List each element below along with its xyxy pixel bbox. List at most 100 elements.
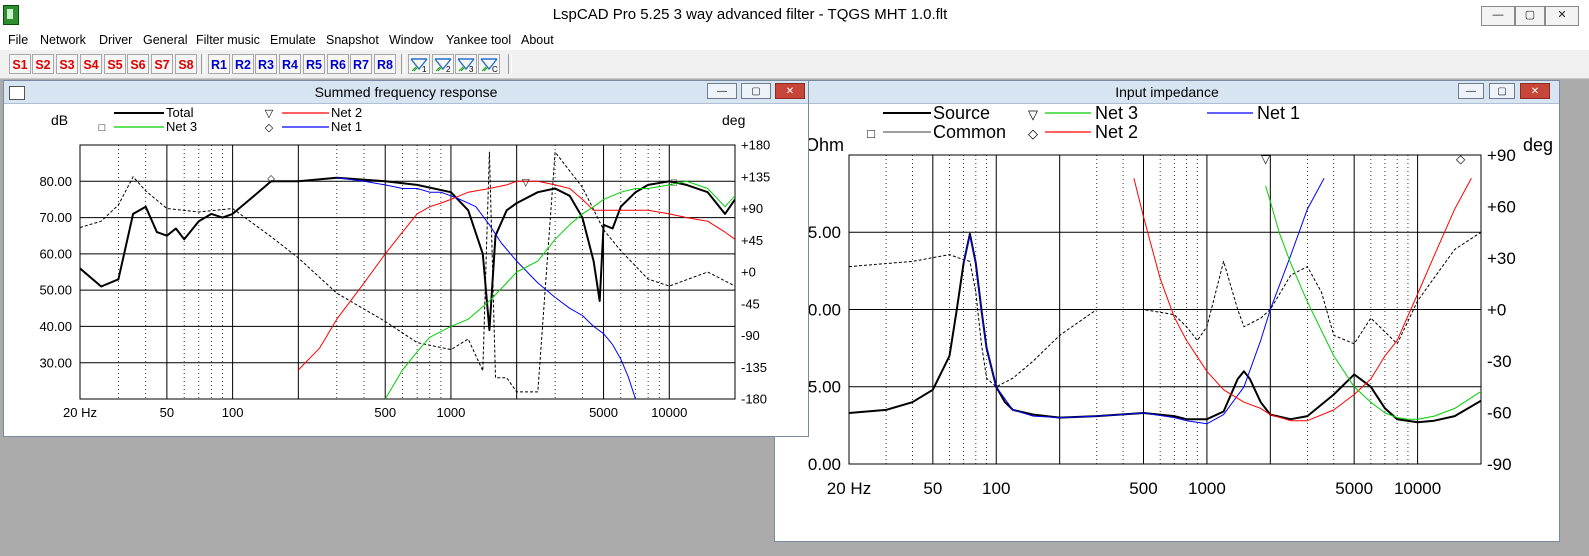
y-tick-label: 50.00 <box>39 283 72 298</box>
frequency-response-title-bar[interactable]: Summed frequency response — ▢ ✕ <box>4 81 808 104</box>
curve-marker-net-2: ◇ <box>1456 152 1466 166</box>
x-tick-label: 10000 <box>651 405 687 420</box>
legend-marker: ▽ <box>1028 107 1038 122</box>
maximize-button[interactable]: ▢ <box>1515 6 1545 26</box>
legend-label-total: Total <box>166 105 194 120</box>
y-tick-label: 60.00 <box>39 246 72 261</box>
legend-label-net-2: Net 2 <box>331 105 362 120</box>
toolbar: S1 S2 S3 S4 S5 S6 S7 S8 R1 R2 R3 R4 R5 R… <box>0 50 1589 79</box>
recall-r8-button[interactable]: R8 <box>374 54 396 74</box>
menu-filter-music[interactable]: Filter music <box>196 30 260 50</box>
recall-r5-button[interactable]: R5 <box>303 54 325 74</box>
recall-r7-button[interactable]: R7 <box>350 54 372 74</box>
filter-3-label: 3 <box>469 65 474 73</box>
filter-1-icon[interactable]: 1 <box>408 54 430 74</box>
filter-2-icon[interactable]: 2 <box>432 54 454 74</box>
close-button[interactable]: ✕ <box>1545 6 1579 26</box>
menu-emulate[interactable]: Emulate <box>270 30 316 50</box>
input-impedance-title-bar[interactable]: Input impedance — ▢ ✕ <box>775 81 1559 104</box>
menu-network[interactable]: Network <box>40 30 86 50</box>
imp-minimize-button[interactable]: — <box>1458 83 1484 99</box>
y-axis-label: Ohm <box>805 135 844 155</box>
y2-tick-label: -90 <box>741 328 760 343</box>
legend-label-source: Source <box>933 103 990 123</box>
x-tick-label: 5000 <box>1335 479 1373 498</box>
y2-tick-label: +60 <box>1487 197 1516 216</box>
curve-marker-net-3: ▽ <box>1261 152 1271 166</box>
x-tick-label: 500 <box>374 405 396 420</box>
x-tick-label: 50 <box>923 479 942 498</box>
legend-marker: ▽ <box>265 108 274 120</box>
freq-close-button[interactable]: ✕ <box>775 83 805 99</box>
snapshot-s3-button[interactable]: S3 <box>56 54 78 74</box>
menu-yankee-tool[interactable]: Yankee tool <box>446 30 511 50</box>
toolbar-separator <box>508 54 512 74</box>
y2-tick-label: +135 <box>741 169 770 184</box>
y-tick-label: 80.00 <box>39 174 72 189</box>
snapshot-s5-button[interactable]: S5 <box>104 54 126 74</box>
legend-label-net-1: Net 1 <box>1257 103 1300 123</box>
toolbar-separator <box>201 54 205 74</box>
recall-r4-button[interactable]: R4 <box>279 54 301 74</box>
x-tick-label: 100 <box>982 479 1010 498</box>
legend-label-net-2: Net 2 <box>1095 122 1138 142</box>
y-tick-label: 70.00 <box>39 210 72 225</box>
net2-marker: ▽ <box>522 177 530 188</box>
y-tick-label: 30.00 <box>39 355 72 370</box>
menu-window[interactable]: Window <box>389 30 433 50</box>
snapshot-s7-button[interactable]: S7 <box>151 54 173 74</box>
x-tick-label: 5000 <box>589 405 618 420</box>
y2-tick-label: -135 <box>741 360 767 375</box>
snapshot-s8-button[interactable]: S8 <box>175 54 197 74</box>
menu-driver[interactable]: Driver <box>99 30 132 50</box>
x-tick-label: 500 <box>1129 479 1157 498</box>
menu-general[interactable]: General <box>143 30 187 50</box>
net1-marker: ◇ <box>267 174 275 185</box>
app-title-bar: LspCAD Pro 5.25 3 way advanced filter - … <box>0 0 1589 30</box>
menu-file[interactable]: File <box>8 30 28 50</box>
recall-r2-button[interactable]: R2 <box>232 54 254 74</box>
recall-r1-button[interactable]: R1 <box>208 54 230 74</box>
impedance-chart: 20 Hz 50 100 500 1000 5000 100000.005.0010.001… <box>798 103 1553 498</box>
menu-about[interactable]: About <box>521 30 554 50</box>
snapshot-s2-button[interactable]: S2 <box>32 54 54 74</box>
snapshot-s6-button[interactable]: S6 <box>127 54 149 74</box>
y2-tick-label: -30 <box>1487 352 1512 371</box>
filter-c-icon[interactable]: C <box>478 54 500 74</box>
y-axis-label: dB <box>51 112 68 128</box>
freq-maximize-button[interactable]: ▢ <box>741 83 771 99</box>
filter-3-icon[interactable]: 3 <box>455 54 477 74</box>
x-tick-label: 10000 <box>1394 479 1441 498</box>
y-tick-label: 0.00 <box>808 455 841 474</box>
y2-tick-label: +90 <box>1487 146 1516 165</box>
filter-2-label: 2 <box>446 65 451 73</box>
legend-marker: □ <box>99 122 106 134</box>
snapshot-s4-button[interactable]: S4 <box>80 54 102 74</box>
y2-tick-label: +180 <box>741 138 770 153</box>
y-tick-label: 5.00 <box>808 378 841 397</box>
menu-snapshot[interactable]: Snapshot <box>326 30 379 50</box>
minimize-button[interactable]: — <box>1481 6 1515 26</box>
freq-minimize-button[interactable]: — <box>707 83 737 99</box>
imp-close-button[interactable]: ✕ <box>1520 83 1550 99</box>
legend-marker: ◇ <box>265 122 274 134</box>
x-tick-label: 100 <box>222 405 244 420</box>
recall-r6-button[interactable]: R6 <box>327 54 349 74</box>
legend-label-net-3: Net 3 <box>166 119 197 134</box>
summed-frequency-response-window[interactable]: Summed frequency response — ▢ ✕ 20 Hz 50 1… <box>3 80 809 437</box>
legend-label-common: Common <box>933 122 1006 142</box>
filter-1-label: 1 <box>422 65 427 73</box>
y2-tick-label: +90 <box>741 201 763 216</box>
imp-maximize-button[interactable]: ▢ <box>1489 83 1515 99</box>
menu-bar: File Network Driver General Filter music… <box>0 30 1589 50</box>
x-tick-label: 20 Hz <box>827 479 871 498</box>
input-impedance-window[interactable]: Input impedance — ▢ ✕ 20 Hz 50 100 500 1000 5… <box>774 80 1560 542</box>
x-tick-label: 1000 <box>436 405 465 420</box>
legend-marker: □ <box>867 126 875 141</box>
snapshot-s1-button[interactable]: S1 <box>9 54 31 74</box>
y2-axis-label: deg <box>1523 135 1553 155</box>
legend-label-net-3: Net 3 <box>1095 103 1138 123</box>
y2-tick-label: +30 <box>1487 249 1516 268</box>
y2-tick-label: +0 <box>1487 300 1506 319</box>
recall-r3-button[interactable]: R3 <box>255 54 277 74</box>
